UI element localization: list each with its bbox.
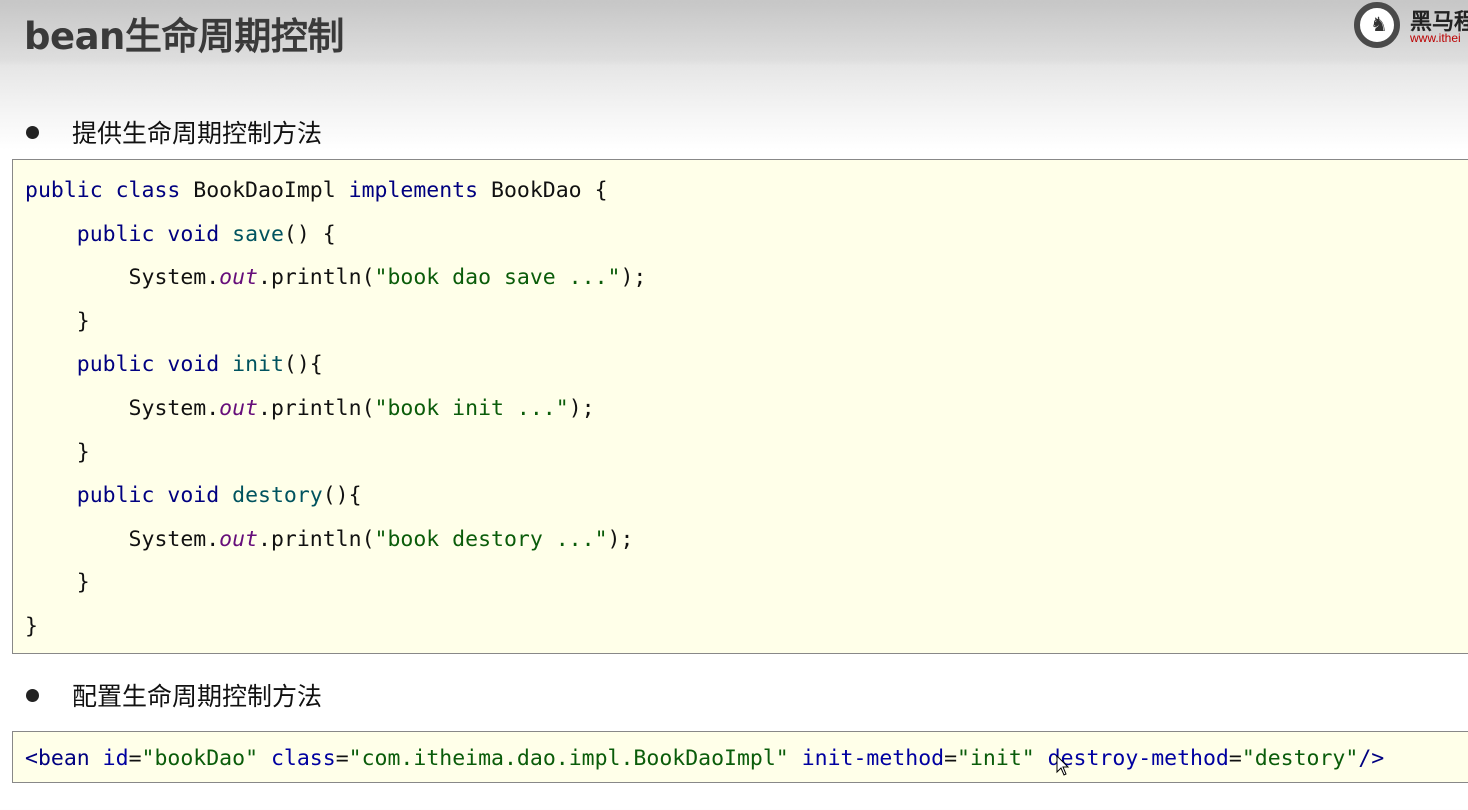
- code-token-str: "init": [957, 746, 1048, 771]
- code-token-tag: />: [1358, 746, 1385, 771]
- code-line: System.out.println("book destory ...");: [25, 522, 1468, 566]
- code-token-kw: public class: [25, 178, 194, 203]
- code-token-fn: save: [232, 221, 284, 247]
- code-token-plain: }: [25, 439, 90, 465]
- code-token-plain: .println(: [258, 526, 375, 552]
- code-token-str: "book dao save ...": [374, 265, 621, 291]
- code-line: }: [25, 565, 1468, 609]
- code-token-attr: init-method: [801, 746, 945, 771]
- logo-url: www.ithei: [1410, 31, 1461, 45]
- code-token-attr: id: [102, 746, 129, 771]
- code-line: public void destory(){: [25, 478, 1468, 522]
- code-token-attr: class: [270, 746, 336, 771]
- code-token-plain: .println(: [258, 265, 375, 291]
- java-code-block: public class BookDaoImpl implements Book…: [12, 159, 1468, 654]
- slide-title: bean生命周期控制: [24, 15, 344, 58]
- code-token-plain: .println(: [258, 395, 375, 421]
- code-token-str: "bookDao": [141, 746, 271, 771]
- code-token-attr: destroy-method: [1047, 746, 1229, 771]
- code-token-str: "com.itheima.dao.impl.BookDaoImpl": [348, 746, 802, 771]
- code-line: public void save() {: [25, 217, 1468, 261]
- code-token-plain: =: [335, 746, 349, 771]
- horse-logo-icon: ♞: [1354, 2, 1400, 48]
- code-token-str: "destory": [1241, 746, 1359, 771]
- bullet-text: 配置生命周期控制方法: [72, 682, 323, 711]
- code-token-plain: );: [568, 395, 595, 421]
- code-line: }: [25, 435, 1468, 479]
- code-token-plain: =: [944, 746, 958, 771]
- code-token-plain: }: [25, 308, 90, 334]
- code-token-str: "book init ...": [374, 395, 569, 421]
- xml-code-block: <bean id="bookDao" class="com.itheima.da…: [12, 731, 1468, 783]
- code-line: }: [25, 609, 1468, 653]
- code-token-tag: <bean: [25, 746, 103, 771]
- code-token-kw: public void: [76, 483, 233, 509]
- code-token-kw: public void: [76, 352, 233, 378]
- code-line: public void init(){: [25, 347, 1468, 391]
- bullet-text: 提供生命周期控制方法: [72, 119, 323, 148]
- code-token-plain: (){: [283, 352, 323, 378]
- bullet-config-methods: 配置生命周期控制方法: [26, 677, 322, 713]
- code-token-plain: BookDao {: [491, 178, 608, 203]
- code-token-plain: System.: [25, 526, 220, 552]
- code-token-fld: out: [219, 395, 259, 421]
- bullet-dot-icon: [26, 125, 39, 139]
- code-token-plain: System.: [25, 265, 220, 291]
- code-line: System.out.println("book init ...");: [25, 391, 1468, 435]
- code-token-plain: }: [25, 570, 90, 596]
- code-token-kw: implements: [348, 178, 492, 203]
- code-token-plain: () {: [283, 221, 336, 247]
- code-token-str: "book destory ...": [374, 526, 608, 552]
- code-token-plain: (){: [322, 483, 362, 509]
- code-token-plain: =: [1228, 746, 1242, 771]
- code-token-plain: }: [25, 613, 38, 639]
- code-token-plain: );: [607, 526, 634, 552]
- code-token-plain: System.: [25, 395, 220, 421]
- code-token-plain: =: [128, 746, 142, 771]
- code-token-kw: public void: [76, 221, 233, 247]
- code-token-plain: );: [620, 265, 647, 291]
- code-token-fld: out: [219, 526, 259, 552]
- code-token-fn: init: [232, 352, 284, 378]
- bullet-provide-methods: 提供生命周期控制方法: [26, 114, 322, 150]
- logo: ♞ 黑马程 www.ithei: [1354, 2, 1468, 50]
- code-line: System.out.println("book dao save ...");: [25, 260, 1468, 304]
- code-line: }: [25, 304, 1468, 348]
- code-token-fld: out: [219, 265, 259, 291]
- code-token-fn: destory: [232, 483, 323, 509]
- bullet-dot-icon: [26, 688, 39, 702]
- code-token-plain: BookDaoImpl: [193, 178, 349, 203]
- code-line: public class BookDaoImpl implements Book…: [25, 173, 1468, 217]
